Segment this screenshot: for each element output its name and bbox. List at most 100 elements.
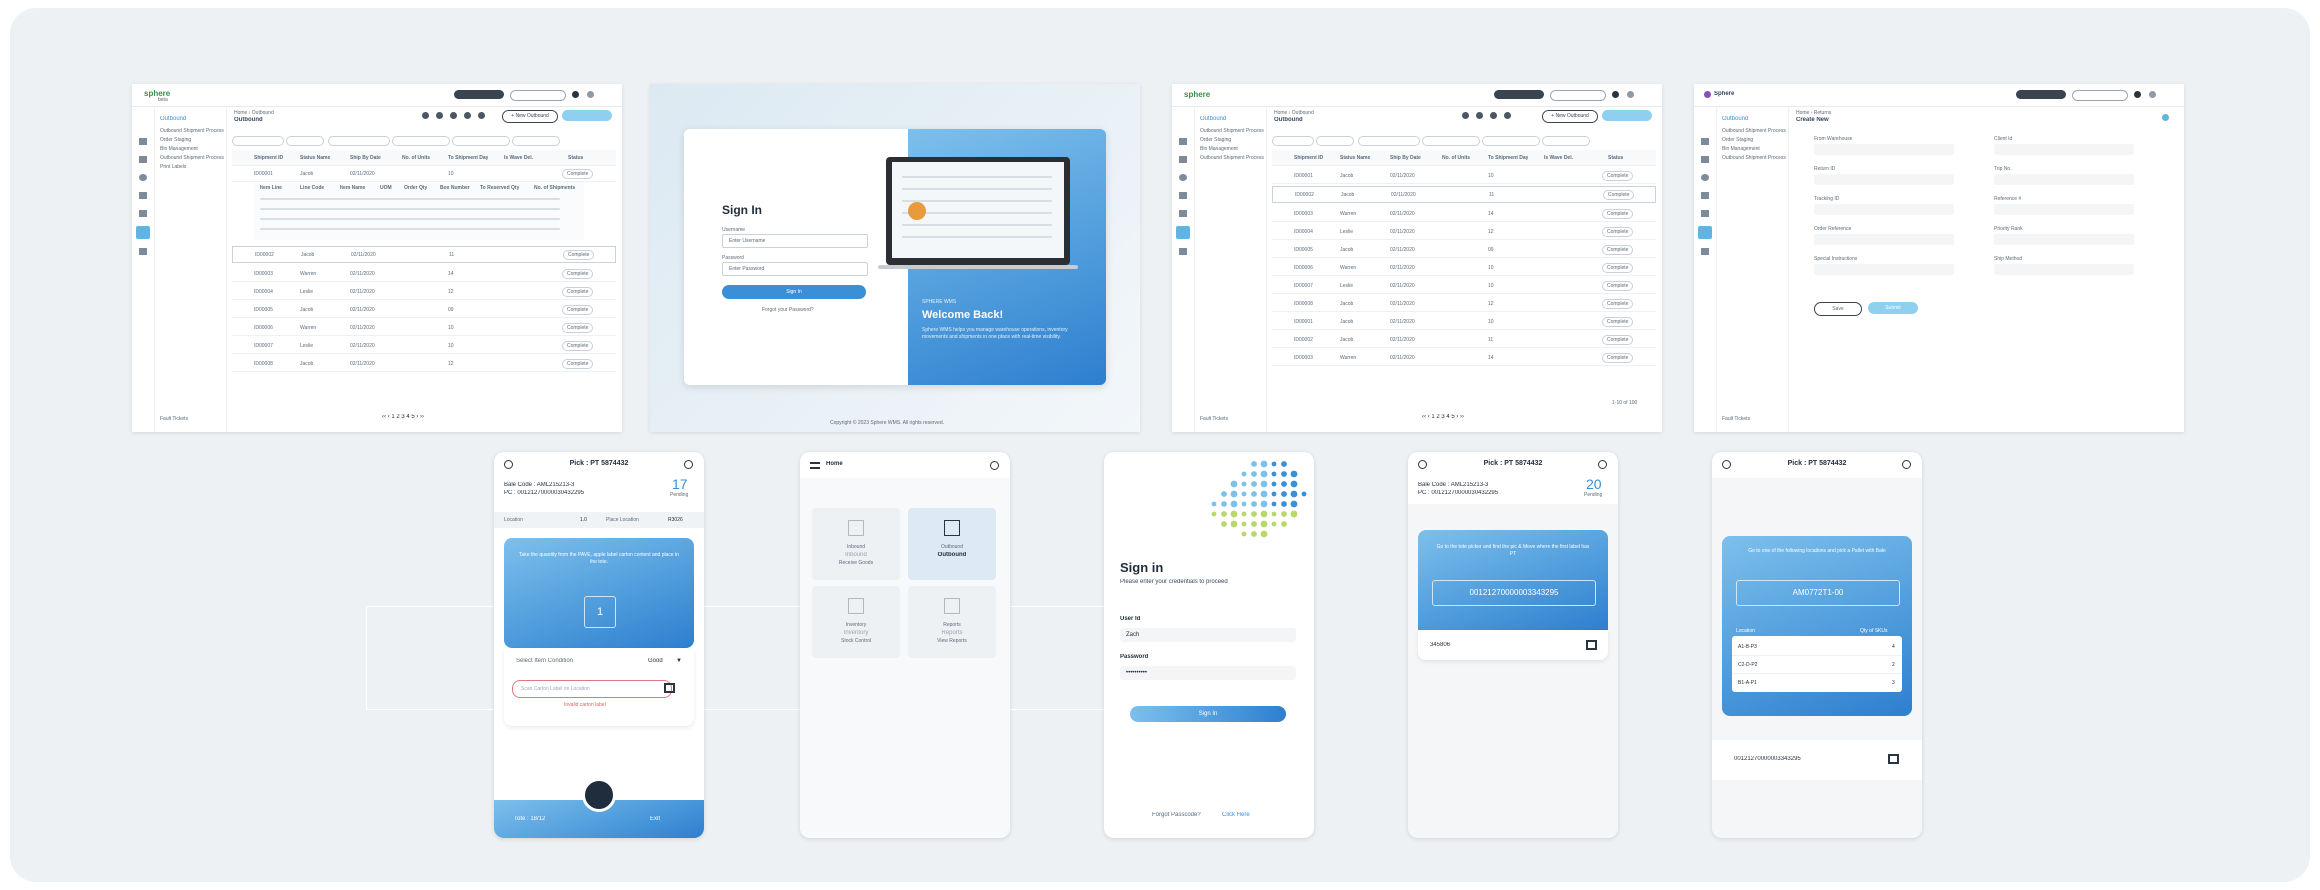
forgot-password-link[interactable]: Forgot your Password? (762, 307, 814, 313)
sidebar-item-2[interactable]: Bin Management (1200, 146, 1264, 152)
filter-chip-6[interactable] (512, 136, 560, 146)
env-dropdown[interactable] (1494, 90, 1544, 99)
tile-inbound[interactable]: Inbound Inbound Receive Goods (812, 508, 900, 580)
password-input[interactable]: Enter Password (722, 262, 868, 276)
table-row[interactable]: ID00008 Jacob 02/11/2020 12 Complete (232, 356, 616, 372)
settings-icon[interactable] (587, 91, 594, 98)
field-input-7[interactable] (1994, 234, 2134, 245)
table-row[interactable]: ID00002 Jacob 02/11/2020 11 Complete (1272, 186, 1656, 203)
sidebar-item-3[interactable]: Outbound Shipment Processing (1722, 155, 1786, 161)
barcode-scan-icon[interactable] (1586, 640, 1597, 650)
table-row[interactable]: ID00005 Jacob 02/11/2020 09 Complete (1272, 242, 1656, 258)
sidebar-item-1[interactable]: Order Staging (1722, 137, 1786, 143)
sidebar-item-2[interactable]: Bin Management (160, 146, 224, 152)
funnel-icon[interactable] (478, 112, 485, 119)
primary-action-button[interactable] (562, 110, 612, 121)
table-row[interactable]: ID00007 Leslie 02/11/2020 10 Complete (232, 338, 616, 354)
nav-list-icon[interactable] (1179, 192, 1187, 199)
download-icon[interactable] (1490, 112, 1497, 119)
table-row[interactable]: ID00006 Warren 02/11/2020 10 Complete (232, 320, 616, 336)
table-row[interactable]: ID00001 Jacob 02/11/2020 10 Complete (232, 166, 616, 182)
table-row[interactable]: C2-D-P2 2 (1732, 656, 1902, 674)
field-input-1[interactable] (1994, 144, 2134, 155)
sidebar-footer[interactable]: Fault Tickets (1200, 416, 1228, 422)
save-button[interactable]: Save (1814, 302, 1862, 316)
nav-box-icon[interactable] (139, 210, 147, 217)
table-row[interactable]: ID00004 Leslie 02/11/2020 12 Complete (1272, 224, 1656, 240)
condition-dropdown[interactable]: Good (648, 658, 663, 664)
barcode-scan-icon[interactable] (1888, 754, 1899, 764)
sidebar-item-3[interactable]: Outbound Shipment Processing (1200, 155, 1264, 161)
sidebar-item-0[interactable]: Outbound Shipment Processing (160, 128, 224, 134)
nav-globe-icon[interactable] (139, 174, 147, 181)
nav-globe-icon[interactable] (1179, 174, 1187, 181)
table-row[interactable]: ID00006 Warren 02/11/2020 10 Complete (1272, 260, 1656, 276)
sidebar-footer[interactable]: Fault Tickets (160, 416, 188, 422)
settings-icon[interactable] (1627, 91, 1634, 98)
field-input-4[interactable] (1814, 204, 1954, 215)
user-id-input[interactable]: Zach (1120, 628, 1296, 642)
help-icon[interactable] (2162, 114, 2169, 121)
nav-box-icon[interactable] (1179, 210, 1187, 217)
sign-in-button[interactable]: Sign In (1130, 706, 1286, 722)
table-row[interactable]: ID00005 Jacob 02/11/2020 09 Complete (232, 302, 616, 318)
settings-icon[interactable] (2149, 91, 2156, 98)
exit-button[interactable]: Exit (650, 816, 660, 822)
table-row[interactable]: ID00002 Jacob 02/11/2020 11 Complete (232, 246, 616, 263)
pagination[interactable]: ‹‹ ‹ 1 2 3 4 5 › ›› (382, 414, 424, 420)
nav-list-icon[interactable] (139, 192, 147, 199)
close-icon[interactable] (990, 461, 999, 470)
close-icon[interactable] (684, 460, 693, 469)
filter-chip-2[interactable] (286, 136, 324, 146)
user-avatar-icon[interactable] (572, 91, 579, 98)
table-row[interactable]: ID00003 Warren 02/11/2020 14 Complete (1272, 350, 1656, 366)
sidebar-item-2[interactable]: Bin Management (1722, 146, 1786, 152)
filter-chip-1[interactable] (1272, 136, 1314, 146)
user-avatar-icon[interactable] (1612, 91, 1619, 98)
table-row[interactable]: A1-B-P3 4 (1732, 638, 1902, 656)
table-row[interactable]: ID00003 Warren 02/11/2020 14 Complete (232, 266, 616, 282)
filter-chip-4[interactable] (392, 136, 450, 146)
barcode-scan-icon[interactable] (664, 683, 675, 693)
chevron-down-icon[interactable]: ▼ (676, 658, 682, 664)
sidebar-item-0[interactable]: Outbound Shipment Processing (1722, 128, 1786, 134)
field-input-3[interactable] (1994, 174, 2134, 185)
nav-reports-icon[interactable] (1179, 248, 1187, 255)
new-outbound-button[interactable]: + New Outbound (1542, 110, 1598, 123)
sidebar-item-3[interactable]: Outbound Shipment Processing (160, 155, 224, 161)
tile-reports[interactable]: Reports Reports View Reports (908, 586, 996, 658)
table-row[interactable]: ID00003 Warren 02/11/2020 14 Complete (1272, 206, 1656, 222)
user-avatar-icon[interactable] (2134, 91, 2141, 98)
filter-chip-2[interactable] (1316, 136, 1354, 146)
table-row[interactable]: ID00001 Jacob 02/11/2020 10 Complete (1272, 314, 1656, 330)
sidebar-item-1[interactable]: Order Staging (1200, 137, 1264, 143)
filter-icon[interactable] (436, 112, 443, 119)
nav-inbound-icon[interactable] (1701, 156, 1709, 163)
download-icon[interactable] (450, 112, 457, 119)
sidebar-item-4[interactable]: Print Labels (160, 164, 224, 170)
table-row[interactable]: ID00004 Leslie 02/11/2020 12 Complete (232, 284, 616, 300)
nav-dashboard-icon[interactable] (139, 138, 147, 145)
sidebar-item-0[interactable]: Outbound Shipment Processing (1200, 128, 1264, 134)
site-dropdown[interactable] (510, 90, 566, 101)
filter-chip-6[interactable] (1542, 136, 1590, 146)
filter-chip-3[interactable] (1358, 136, 1420, 146)
nav-globe-icon[interactable] (1701, 174, 1709, 181)
sidebar-footer[interactable]: Fault Tickets (1722, 416, 1750, 422)
table-row[interactable]: B1-A-P1 3 (1732, 674, 1902, 691)
field-input-9[interactable] (1994, 264, 2134, 275)
username-input[interactable]: Enter Username (722, 234, 868, 248)
nav-inbound-icon[interactable] (1179, 156, 1187, 163)
site-dropdown[interactable] (1550, 90, 1606, 101)
scan-input[interactable]: Scan Carton Label on Location (512, 680, 672, 698)
refresh-icon[interactable] (1504, 112, 1511, 119)
close-icon[interactable] (1902, 460, 1911, 469)
nav-outbound-icon[interactable] (136, 226, 150, 239)
refresh-icon[interactable] (464, 112, 471, 119)
field-input-2[interactable] (1814, 174, 1954, 185)
nav-dashboard-icon[interactable] (1179, 138, 1187, 145)
nav-inbound-icon[interactable] (139, 156, 147, 163)
field-input-5[interactable] (1994, 204, 2134, 215)
field-input-8[interactable] (1814, 264, 1954, 275)
pagination[interactable]: ‹‹ ‹ 1 2 3 4 5 › ›› (1422, 414, 1464, 420)
